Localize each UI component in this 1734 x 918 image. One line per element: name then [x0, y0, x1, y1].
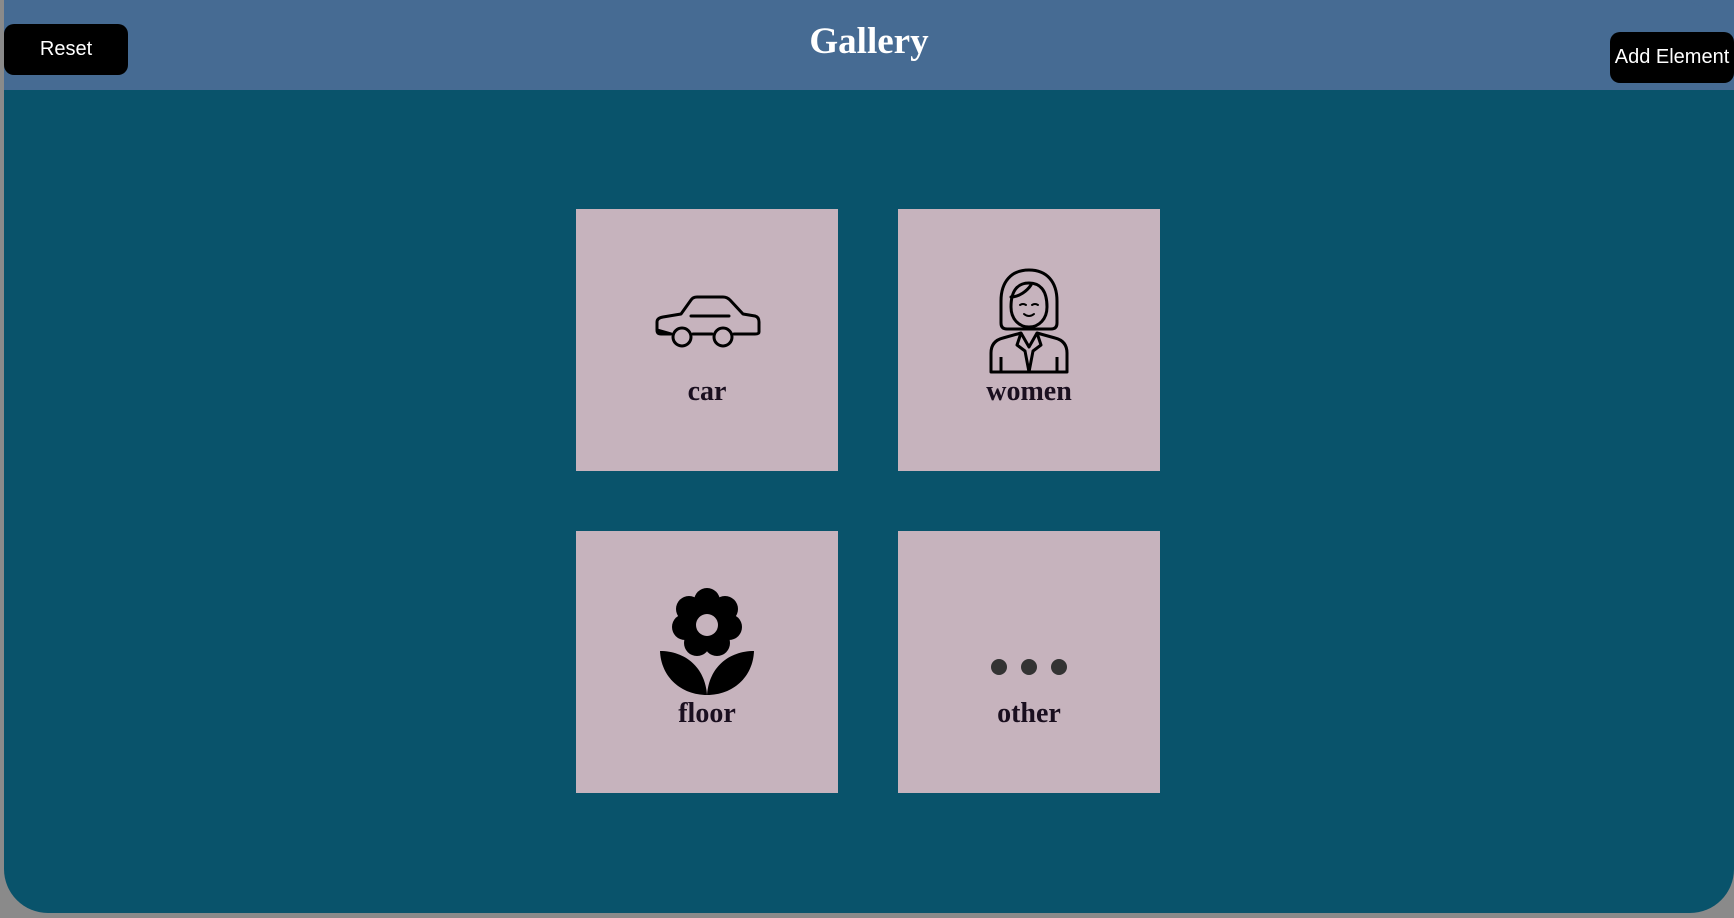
card-label: women: [986, 376, 1072, 407]
reset-button[interactable]: Reset: [4, 24, 128, 75]
gallery-card-car[interactable]: car: [576, 209, 838, 471]
card-label: floor: [678, 698, 736, 729]
app-window: Gallery Reset Add Element car women floo…: [4, 0, 1734, 913]
gallery-grid: car women floor other: [576, 209, 1161, 794]
page-title: Gallery: [809, 21, 929, 62]
add-element-button[interactable]: Add Element: [1610, 32, 1734, 83]
gallery-card-women[interactable]: women: [898, 209, 1160, 471]
car-icon: [576, 294, 838, 352]
more-dots-icon: [898, 656, 1160, 678]
gallery-card-other[interactable]: other: [898, 531, 1160, 793]
woman-icon: [898, 267, 1160, 375]
card-label: other: [997, 698, 1061, 729]
flower-icon: [576, 587, 838, 697]
card-label: car: [687, 376, 727, 407]
gallery-card-floor[interactable]: floor: [576, 531, 838, 793]
